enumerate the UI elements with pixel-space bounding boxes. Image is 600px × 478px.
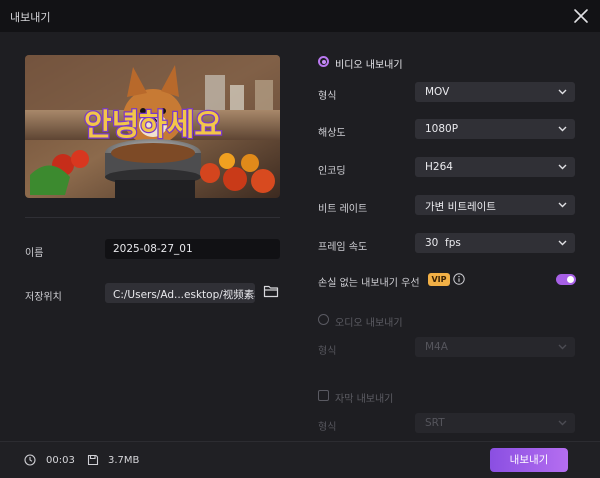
audio-format-label: 형식: [318, 346, 337, 357]
chevron-down-icon: [558, 202, 567, 208]
chevron-down-icon: [558, 126, 567, 132]
filename-input[interactable]: 2025-08-27_01: [105, 239, 280, 259]
encoding-value: H264: [425, 161, 453, 173]
subtitle-format-select: SRT: [415, 413, 575, 433]
format-label: 형식: [318, 91, 337, 102]
audio-format-select: M4A: [415, 337, 575, 357]
subtitle-export-checkbox[interactable]: [318, 390, 329, 401]
encoding-label: 인코딩: [318, 166, 346, 177]
name-label: 이름: [25, 248, 44, 259]
video-preview: 안녕하세요: [25, 55, 280, 198]
video-export-radio[interactable]: [318, 56, 329, 67]
lossless-toggle[interactable]: [556, 274, 576, 285]
audio-export-radio[interactable]: [318, 314, 329, 325]
chevron-down-icon: [558, 420, 567, 426]
file-size-text: 3.7MB: [108, 455, 140, 466]
location-label: 저장위치: [25, 292, 62, 303]
framerate-label: 프레임 속도: [318, 242, 368, 253]
subtitle-format-label: 형식: [318, 422, 337, 433]
preview-image: 안녕하세요: [25, 55, 280, 198]
format-select[interactable]: MOV: [415, 82, 575, 102]
bitrate-value: 가변 비트레이트: [425, 201, 496, 213]
audio-export-title: 오디오 내보내기: [335, 318, 403, 329]
chevron-down-icon: [558, 344, 567, 350]
folder-icon[interactable]: [263, 284, 279, 298]
resolution-value: 1080P: [425, 123, 459, 135]
info-icon[interactable]: [453, 273, 465, 285]
encoding-select[interactable]: H264: [415, 157, 575, 177]
framerate-value: 30 fps: [425, 237, 461, 249]
chevron-down-icon: [558, 240, 567, 246]
framerate-select[interactable]: 30 fps: [415, 233, 575, 253]
subtitle-format-value: SRT: [425, 417, 445, 429]
close-icon[interactable]: [570, 5, 592, 27]
resolution-label: 해상도: [318, 128, 346, 139]
save-path-field[interactable]: C:/Users/Ad...esktop/视频素材: [105, 283, 255, 303]
window-title: 내보내기: [10, 11, 51, 24]
subtitle-export-title: 자막 내보내기: [335, 394, 394, 405]
duration-text: 00:03: [46, 455, 75, 466]
preview-caption: 안녕하세요: [84, 108, 222, 143]
audio-format-value: M4A: [425, 341, 448, 353]
title-bar: 내보내기: [0, 0, 600, 32]
chevron-down-icon: [558, 89, 567, 95]
lossless-export-label: 손실 없는 내보내기 우선: [318, 278, 420, 289]
bitrate-select[interactable]: 가변 비트레이트: [415, 195, 575, 215]
video-export-title: 비디오 내보내기: [335, 60, 403, 71]
save-disk-icon: [87, 454, 99, 466]
divider: [25, 217, 280, 218]
resolution-select[interactable]: 1080P: [415, 119, 575, 139]
bitrate-label: 비트 레이트: [318, 204, 368, 215]
export-button[interactable]: 내보내기: [490, 448, 568, 472]
chevron-down-icon: [558, 164, 567, 170]
clock-icon: [24, 454, 36, 466]
vip-badge: VIP: [428, 273, 450, 286]
format-value: MOV: [425, 86, 450, 98]
